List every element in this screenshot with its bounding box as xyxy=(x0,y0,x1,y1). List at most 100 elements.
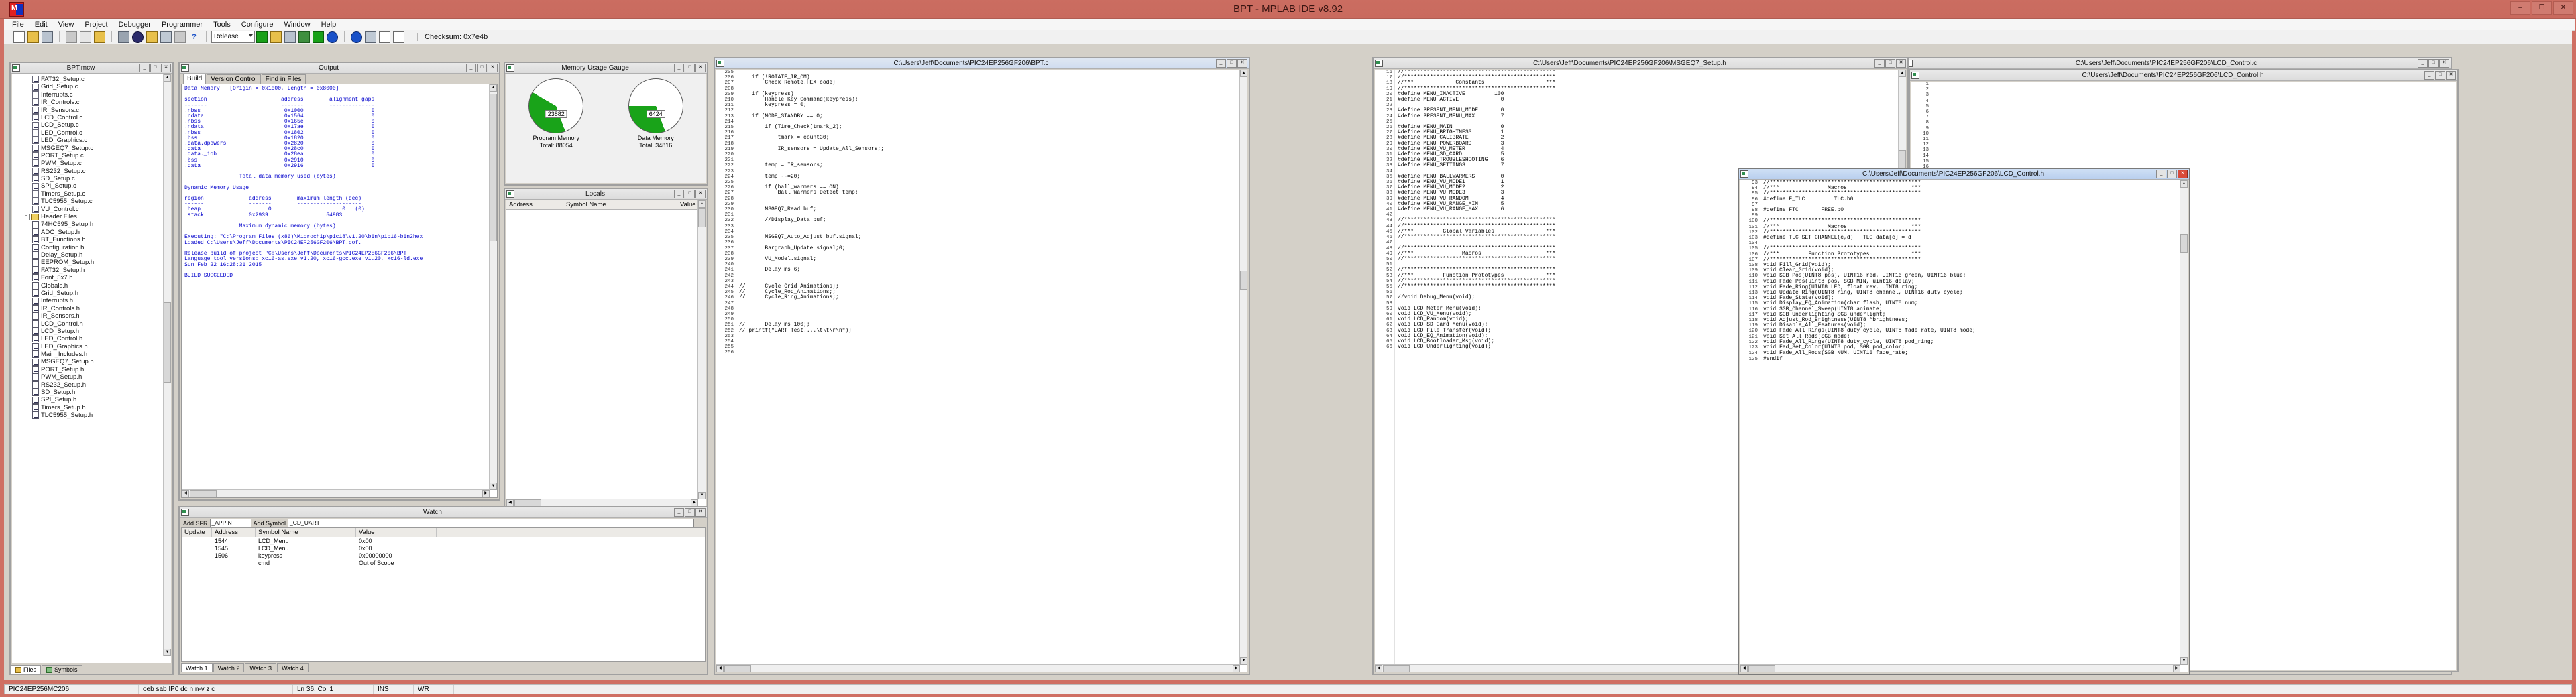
watch-table[interactable]: Update Address Symbol Name Value 1544 LCD… xyxy=(181,527,706,662)
output-close-button[interactable]: ✕ xyxy=(488,64,498,72)
erase-icon[interactable] xyxy=(365,31,376,43)
toolbar-debug-group[interactable] xyxy=(347,31,408,43)
menu-item-debugger[interactable]: Debugger xyxy=(113,21,156,29)
editor-lcd-far-titlebar[interactable]: C:\Users\Jeff\Documents\PIC24EP256GF206\… xyxy=(1903,58,2451,69)
tree-item[interactable]: LED_Control.c xyxy=(13,129,171,137)
editor-maximize-button[interactable]: □ xyxy=(2167,170,2177,178)
toolbar-edit-group[interactable] xyxy=(62,31,109,43)
bookmark-icon[interactable] xyxy=(174,31,186,43)
hscrollbar-thumb[interactable] xyxy=(190,490,217,497)
project-tree[interactable]: FAT32_Setup.c Grid_Setup.c Interrupts.c IR_… xyxy=(12,74,171,420)
tree-item[interactable]: - Header Files xyxy=(13,213,171,220)
gauge-close-button[interactable]: ✕ xyxy=(695,64,706,72)
editor-window-lcd-control-active[interactable]: C:\Users\Jeff\Documents\PIC24EP256GF206\… xyxy=(1738,168,2190,675)
editor-maximize-button[interactable]: □ xyxy=(1227,59,1237,68)
find-next-icon[interactable] xyxy=(146,31,158,43)
menu-item-configure[interactable]: Configure xyxy=(236,21,279,29)
tree-item[interactable]: Timers_Setup.c xyxy=(13,190,171,198)
tree-item[interactable]: LCD_Setup.h xyxy=(13,328,171,336)
tree-item[interactable]: RS232_Setup.h xyxy=(13,381,171,389)
tree-item[interactable]: IR_Controls.c xyxy=(13,99,171,107)
project-tree-panel[interactable]: FAT32_Setup.c Grid_Setup.c Interrupts.c IR_… xyxy=(12,74,171,663)
tree-item[interactable]: MSGEQ7_Setup.c xyxy=(13,145,171,152)
scroll-down-icon[interactable]: ▼ xyxy=(698,492,706,499)
tree-item[interactable]: ADC_Setup.h xyxy=(13,229,171,236)
watch-toolbar[interactable]: Add SFR _APPIN Add Symbol _CD_UART xyxy=(181,519,706,527)
print-icon[interactable] xyxy=(118,31,129,43)
gauge-minimize-button[interactable]: _ xyxy=(674,64,684,72)
toolbar-project-group[interactable]: Release xyxy=(209,31,341,43)
tree-item[interactable]: 74HC595_Setup.h xyxy=(13,220,171,229)
sfr-select[interactable]: _APPIN xyxy=(209,519,251,527)
tree-item[interactable]: TLC5955_Setup.c xyxy=(13,198,171,206)
menu-item-help[interactable]: Help xyxy=(316,21,342,29)
table-row[interactable]: cmd Out of Scope xyxy=(182,560,705,567)
scrollbar-thumb[interactable] xyxy=(164,302,171,383)
verify-icon[interactable] xyxy=(393,31,404,43)
tree-item[interactable]: LCD_Control.c xyxy=(13,114,171,122)
editor-close-button[interactable]: ✕ xyxy=(1896,59,1906,68)
scroll-up-icon[interactable]: ▲ xyxy=(1899,70,1906,77)
editor-maximize-button[interactable]: □ xyxy=(2435,71,2445,80)
menu-item-edit[interactable]: Edit xyxy=(30,21,53,29)
tree-item[interactable]: SPI_Setup.h xyxy=(13,396,171,404)
tab-watch-1[interactable]: Watch 1 xyxy=(181,663,213,672)
output-minimize-button[interactable]: _ xyxy=(466,64,476,72)
editor-msgeq7-controls[interactable]: _ □ ✕ xyxy=(1874,59,1906,68)
tree-item[interactable]: Main_Includes.h xyxy=(13,351,171,359)
output-window-titlebar[interactable]: Output _ □ ✕ xyxy=(180,63,499,74)
editor-scrollbar[interactable]: ▲ ▼ xyxy=(1239,70,1247,665)
tree-item[interactable]: PWM_Setup.c xyxy=(13,160,171,168)
tree-item[interactable]: SD_Setup.h xyxy=(13,389,171,397)
scroll-left-icon[interactable]: ◀ xyxy=(1740,665,1748,672)
tree-item[interactable]: LCD_Control.h xyxy=(13,320,171,328)
scroll-right-icon[interactable]: ▶ xyxy=(2173,665,2180,672)
scroll-down-icon[interactable]: ▼ xyxy=(164,649,171,656)
tree-item[interactable]: IR_Sensors.c xyxy=(13,107,171,114)
editor-close-button[interactable]: ✕ xyxy=(1237,59,1247,68)
menu-item-window[interactable]: Window xyxy=(278,21,315,29)
watch-body[interactable]: Add SFR _APPIN Add Symbol _CD_UART Updat… xyxy=(181,519,706,672)
tab-version-control[interactable]: Version Control xyxy=(207,74,261,84)
locals-body[interactable]: Address Symbol Name Value ▲ ▼ ◀ ▶ xyxy=(506,200,706,507)
build-icon[interactable] xyxy=(298,31,310,43)
tree-item[interactable]: IR_Sensors.h xyxy=(13,312,171,320)
tab-files[interactable]: Files xyxy=(11,665,42,674)
locals-scrollbar[interactable]: ▲ ▼ xyxy=(697,200,706,499)
new-file-icon[interactable] xyxy=(13,31,25,43)
build-log-scrollbar[interactable]: ▲ ▼ xyxy=(489,84,497,490)
output-window[interactable]: Output _ □ ✕ Build Version Control Find … xyxy=(178,62,500,501)
project-window[interactable]: BPT.mcw _ □ ✕ FAT32_Setup.c Grid_Setup.c I… xyxy=(9,62,174,675)
tab-find-in-files[interactable]: Find in Files xyxy=(261,74,306,84)
editor-lcd-h-controls[interactable]: _ □ ✕ xyxy=(2424,71,2456,80)
tree-item[interactable]: IR_Controls.h xyxy=(13,305,171,312)
menu-item-file[interactable]: File xyxy=(7,21,30,29)
editor-minimize-button[interactable]: _ xyxy=(1874,59,1885,68)
tab-build[interactable]: Build xyxy=(183,74,207,84)
editor-close-button[interactable]: ✕ xyxy=(2439,59,2449,68)
project-view-tabs[interactable]: Files Symbols xyxy=(11,665,172,674)
output-window-controls[interactable]: _ □ ✕ xyxy=(466,64,498,72)
tree-item[interactable]: SPI_Setup.c xyxy=(13,182,171,190)
gauge-maximize-button[interactable]: □ xyxy=(685,64,695,72)
table-row[interactable]: 1544 LCD_Menu 0x00 xyxy=(182,537,705,545)
tree-item[interactable]: LED_Graphics.c xyxy=(13,137,171,145)
hscrollbar-thumb[interactable] xyxy=(1383,665,1410,672)
menu-item-programmer[interactable]: Programmer xyxy=(156,21,208,29)
open-project-icon[interactable] xyxy=(270,31,282,43)
window-controls[interactable]: – ❐ ✕ xyxy=(2510,1,2573,15)
tree-item[interactable]: Delay_Setup.h xyxy=(13,251,171,259)
project-maximize-button[interactable]: □ xyxy=(150,64,160,72)
tree-item[interactable]: PORT_Setup.c xyxy=(13,152,171,160)
scroll-left-icon[interactable]: ◀ xyxy=(1375,665,1382,672)
scroll-down-icon[interactable]: ▼ xyxy=(490,483,497,490)
paste-icon[interactable] xyxy=(94,31,105,43)
watch-window[interactable]: Watch _ □ ✕ Add SFR _APPIN Add Symbol _C… xyxy=(178,506,708,675)
scrollbar-thumb[interactable] xyxy=(698,208,706,227)
editor-bpt-c-titlebar[interactable]: C:\Users\Jeff\Documents\PIC24EP256GF206\… xyxy=(715,58,1249,69)
tab-watch-4[interactable]: Watch 4 xyxy=(277,663,309,672)
editor-close-button[interactable]: ✕ xyxy=(2446,71,2456,80)
cut-icon[interactable] xyxy=(66,31,77,43)
memory-usage-gauge-window[interactable]: Memory Usage Gauge _ □ ✕ 23882 Program M… xyxy=(504,62,708,186)
editor-scrollbar[interactable]: ▲ ▼ xyxy=(2180,180,2188,665)
